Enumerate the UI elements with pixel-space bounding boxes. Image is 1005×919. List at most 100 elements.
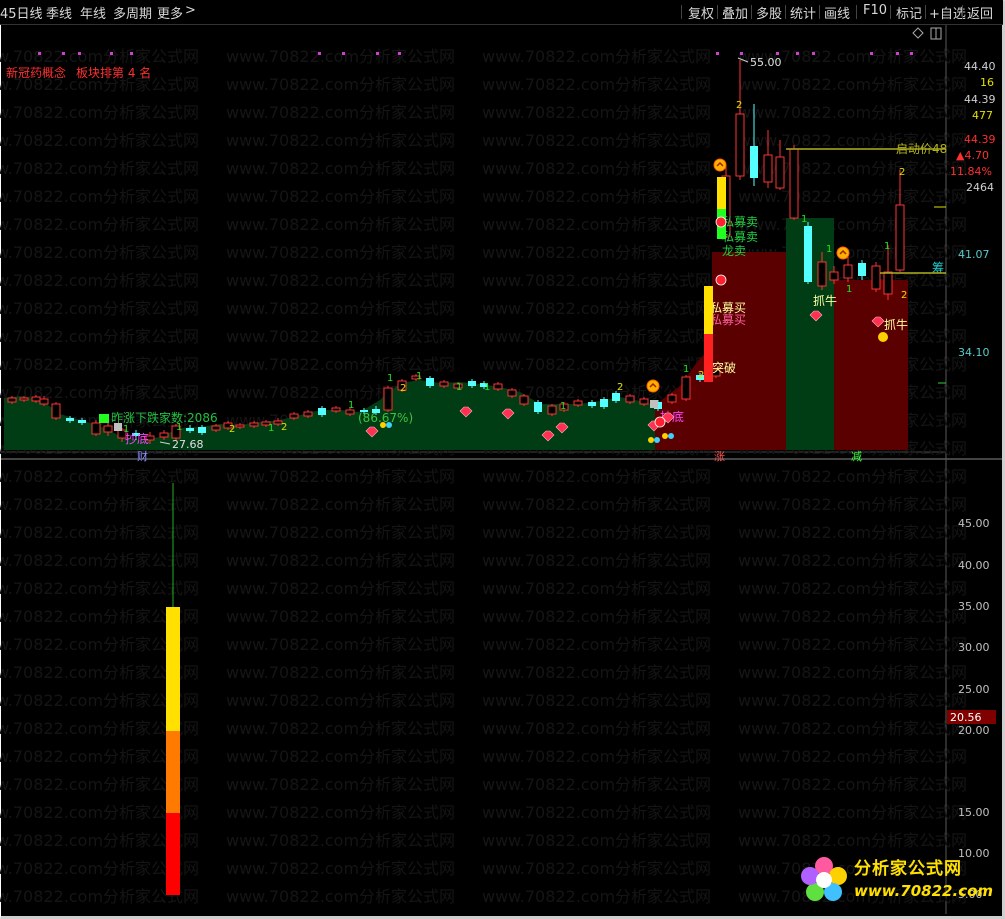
butterfly-icon bbox=[654, 437, 660, 443]
watermark-text: www.70822.com分析家公式网 bbox=[738, 551, 967, 570]
y-axis-tick: 41.07 bbox=[958, 248, 990, 261]
watermark-text: www.70822.com分析家公式网 bbox=[226, 579, 455, 598]
watermark-text: www.70822.com分析家公式网 bbox=[738, 579, 967, 598]
candle-body bbox=[31, 396, 41, 402]
signal-dot bbox=[318, 52, 321, 55]
price-change: ▲4.70 bbox=[956, 149, 989, 162]
wave-number: 1 bbox=[846, 284, 852, 295]
watermark-text: www.70822.com分析家公式网 bbox=[226, 663, 455, 682]
watermark-text: www.70822.com分析家公式网 bbox=[482, 607, 711, 626]
signal-bar-yellow-2 bbox=[704, 286, 713, 334]
candle-body bbox=[534, 402, 542, 412]
signal-dot bbox=[896, 52, 899, 55]
watermark-text: www.70822.com分析家公式网 bbox=[738, 495, 967, 514]
candle-body bbox=[858, 263, 866, 276]
diamond-icon[interactable] bbox=[912, 27, 924, 39]
watermark-layer: www.70822.com分析家公式网 www.70822.com分析家公式网 ww… bbox=[0, 47, 967, 906]
signal-bar-yellow bbox=[717, 177, 726, 209]
watermark-text: www.70822.com分析家公式网 bbox=[482, 355, 711, 374]
signal-dot bbox=[740, 52, 743, 55]
watermark-text: www.70822.com分析家公式网 bbox=[226, 243, 455, 262]
watermark-text: www.70822.com分析家公式网 bbox=[226, 803, 455, 822]
watermark-text: www.70822.com分析家公式网 bbox=[226, 523, 455, 542]
candle-body bbox=[588, 402, 596, 406]
wave-number: 2 bbox=[617, 382, 623, 393]
candle-body bbox=[439, 381, 449, 387]
cai-label: 财 bbox=[137, 449, 148, 463]
watermark-text: www.70822.com分析家公式网 bbox=[226, 495, 455, 514]
watermark-text: www.70822.com分析家公式网 bbox=[482, 271, 711, 290]
watermark-text: www.70822.com分析家公式网 bbox=[0, 131, 199, 150]
dragon-sell-label: 龙卖 bbox=[722, 244, 746, 258]
watermark-text: www.70822.com分析家公式网 bbox=[226, 299, 455, 318]
watermark-text: www.70822.com分析家公式网 bbox=[226, 719, 455, 738]
watermark-text: www.70822.com分析家公式网 bbox=[482, 551, 711, 570]
signal-dot bbox=[110, 52, 113, 55]
marker-square-icon bbox=[650, 400, 658, 408]
jian-label: 减 bbox=[851, 450, 862, 463]
change-percent: 11.84% bbox=[950, 165, 992, 178]
watermark-text: www.70822.com分析家公式网 bbox=[482, 159, 711, 178]
watermark-text: www.70822.com分析家公式网 bbox=[0, 523, 199, 542]
signal-dot bbox=[130, 52, 133, 55]
ball-icon bbox=[715, 274, 727, 286]
candle-body bbox=[667, 394, 677, 403]
wave-number: 2 bbox=[229, 424, 235, 435]
candle-body bbox=[519, 395, 529, 405]
signal-dot bbox=[342, 52, 345, 55]
price-last: 44.39 bbox=[964, 133, 996, 146]
candle-body bbox=[426, 378, 434, 386]
candle-body bbox=[493, 383, 503, 390]
wave-number: 1 bbox=[826, 244, 832, 255]
watermark-text: www.70822.com分析家公式网 bbox=[482, 635, 711, 654]
candle-body bbox=[19, 397, 29, 401]
logo-url: www.70822.com bbox=[854, 882, 994, 900]
volume-value: 16 bbox=[980, 76, 994, 89]
breakout-label: 突破 bbox=[712, 360, 736, 375]
watermark-text: www.70822.com分析家公式网 bbox=[226, 187, 455, 206]
fall-count-label: 昨涨下跌家数:2086 bbox=[111, 410, 218, 425]
candle-body bbox=[186, 428, 194, 431]
watermark-text: www.70822.com分析家公式网 bbox=[0, 551, 199, 570]
watermark-text: www.70822.com分析家公式网 bbox=[226, 635, 455, 654]
watermark-text: www.70822.com分析家公式网 bbox=[226, 47, 455, 66]
watermark-text: www.70822.com分析家公式网 bbox=[482, 243, 711, 262]
wave-number: 2 bbox=[901, 290, 907, 301]
watermark-text: www.70822.com分析家公式网 bbox=[482, 803, 711, 822]
wave-number: 1 bbox=[268, 423, 274, 434]
candle-body bbox=[829, 271, 839, 281]
wave-number: 1 bbox=[348, 400, 354, 411]
signal-dot bbox=[716, 52, 719, 55]
y-axis-tick: 34.10 bbox=[958, 346, 990, 359]
candle-body bbox=[211, 425, 221, 431]
candle-body bbox=[775, 156, 785, 189]
indicator-bar-yellow bbox=[166, 607, 180, 731]
candle-body bbox=[383, 387, 393, 411]
watermark-text: www.70822.com分析家公式网 bbox=[226, 327, 455, 346]
signal-dot bbox=[910, 52, 913, 55]
candle-body bbox=[331, 407, 341, 412]
watermark-text: www.70822.com分析家公式网 bbox=[226, 691, 455, 710]
watermark-text: www.70822.com分析家公式网 bbox=[0, 327, 199, 346]
candle-body bbox=[159, 432, 169, 438]
watermark-text: www.70822.com分析家公式网 bbox=[738, 75, 967, 94]
wave-number: 1 bbox=[387, 373, 393, 384]
min-price-label: 27.68 bbox=[172, 438, 204, 451]
max-price-label: 55.00 bbox=[750, 56, 782, 69]
candle-body bbox=[600, 399, 608, 407]
watermark-text: www.70822.com分析家公式网 bbox=[738, 803, 967, 822]
watermark-text: www.70822.com分析家公式网 bbox=[482, 859, 711, 878]
watermark-text: www.70822.com分析家公式网 bbox=[0, 271, 199, 290]
zhuniu-label-2: 抓牛 bbox=[884, 317, 908, 332]
wave-number: 1 bbox=[176, 422, 182, 433]
watermark-text: www.70822.com分析家公式网 bbox=[226, 131, 455, 150]
ball-icon bbox=[654, 416, 666, 428]
candle-body bbox=[39, 398, 49, 405]
watermark-text: www.70822.com分析家公式网 bbox=[0, 467, 199, 486]
watermark-text: www.70822.com分析家公式网 bbox=[482, 327, 711, 346]
lower-y-tick: 20.00 bbox=[958, 724, 990, 737]
candle-body bbox=[468, 381, 476, 386]
private-sell-label: 私募卖 bbox=[722, 215, 758, 229]
watermark-text: www.70822.com分析家公式网 bbox=[482, 467, 711, 486]
candle-body bbox=[51, 403, 61, 419]
